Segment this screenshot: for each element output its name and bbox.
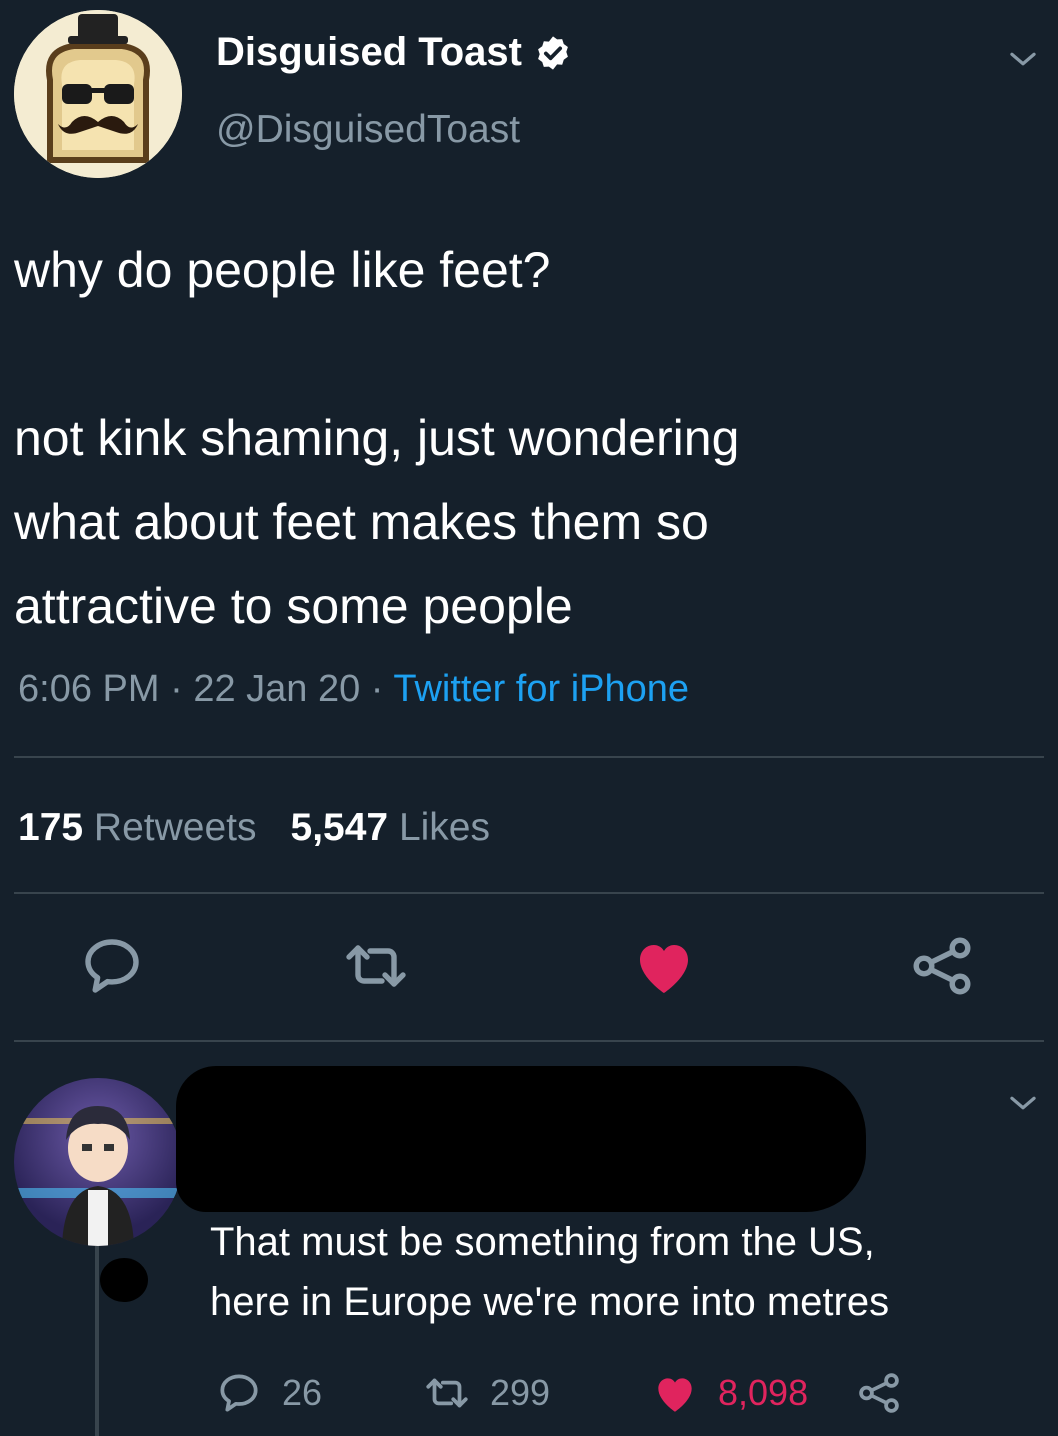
redacted-author-name bbox=[176, 1066, 866, 1212]
reply-like-count: 8,098 bbox=[718, 1372, 809, 1413]
tweet-text-line: why do people like feet? bbox=[14, 242, 551, 298]
like-button[interactable] bbox=[628, 930, 700, 1002]
reply-button[interactable] bbox=[76, 930, 148, 1002]
reply-text: That must be something from the US, here… bbox=[210, 1212, 1040, 1332]
reply-share-button[interactable] bbox=[854, 1368, 904, 1418]
verified-badge-icon bbox=[538, 35, 568, 70]
toast-avatar-icon bbox=[14, 10, 182, 178]
tweet-stats: 175 Retweets 5,547 Likes bbox=[18, 806, 490, 850]
likes-stat[interactable]: 5,547 Likes bbox=[291, 806, 491, 850]
author-display-name-row[interactable]: Disguised Toast bbox=[216, 30, 572, 75]
chevron-down-icon[interactable] bbox=[1004, 1084, 1042, 1122]
retweet-icon bbox=[426, 1378, 468, 1408]
heart-icon bbox=[640, 945, 688, 993]
retweets-count: 175 bbox=[18, 806, 84, 849]
likes-count: 5,547 bbox=[290, 806, 389, 849]
share-icon bbox=[859, 1373, 899, 1413]
reply-reply-button[interactable]: 26 bbox=[214, 1368, 322, 1418]
reply-retweet-button[interactable]: 299 bbox=[422, 1368, 550, 1418]
speech-bubble-icon bbox=[85, 939, 139, 993]
retweet-button[interactable] bbox=[340, 930, 412, 1002]
tweet-time[interactable]: 6:06 PM bbox=[18, 668, 160, 710]
redaction-mark bbox=[100, 1258, 148, 1302]
tweet-text: why do people like feet? not kink shamin… bbox=[14, 228, 1044, 648]
share-icon bbox=[913, 937, 971, 995]
meta-separator: · bbox=[370, 668, 384, 710]
tweet-text-line: what about feet makes them so bbox=[14, 494, 709, 550]
likes-label: Likes bbox=[398, 806, 490, 849]
thread-line bbox=[95, 1246, 99, 1436]
divider bbox=[14, 756, 1044, 758]
author-display-name[interactable]: Disguised Toast bbox=[216, 30, 522, 75]
tweet-text-line: not kink shaming, just wondering bbox=[14, 410, 740, 466]
divider bbox=[14, 892, 1044, 894]
retweet-icon bbox=[346, 945, 406, 987]
retweets-stat[interactable]: 175 Retweets bbox=[18, 806, 257, 850]
author-avatar[interactable] bbox=[14, 10, 182, 178]
tweet-source-link[interactable]: Twitter for iPhone bbox=[393, 668, 689, 710]
meta-separator: · bbox=[170, 668, 183, 710]
tweet-metadata: 6:06 PM · 22 Jan 20 · Twitter for iPhone bbox=[18, 668, 689, 711]
author-handle[interactable]: @DisguisedToast bbox=[216, 108, 520, 152]
anime-character-avatar-icon bbox=[14, 1106, 182, 1246]
heart-icon bbox=[658, 1378, 692, 1412]
chevron-down-icon[interactable] bbox=[1004, 40, 1042, 78]
reply-author-avatar[interactable] bbox=[14, 1078, 182, 1246]
reply-text-line: here in Europe we're more into metres bbox=[210, 1280, 890, 1324]
tweet-date[interactable]: 22 Jan 20 bbox=[193, 668, 360, 710]
tweet-text-line: attractive to some people bbox=[14, 578, 573, 634]
reply-reply-count: 26 bbox=[282, 1372, 323, 1413]
divider bbox=[14, 1040, 1044, 1042]
share-button[interactable] bbox=[906, 930, 978, 1002]
reply-retweet-count: 299 bbox=[490, 1372, 551, 1413]
reply-text-line: That must be something from the US, bbox=[210, 1220, 875, 1264]
speech-bubble-icon bbox=[220, 1374, 258, 1412]
reply-like-button[interactable]: 8,098 bbox=[650, 1368, 808, 1418]
retweets-label: Retweets bbox=[93, 806, 257, 849]
